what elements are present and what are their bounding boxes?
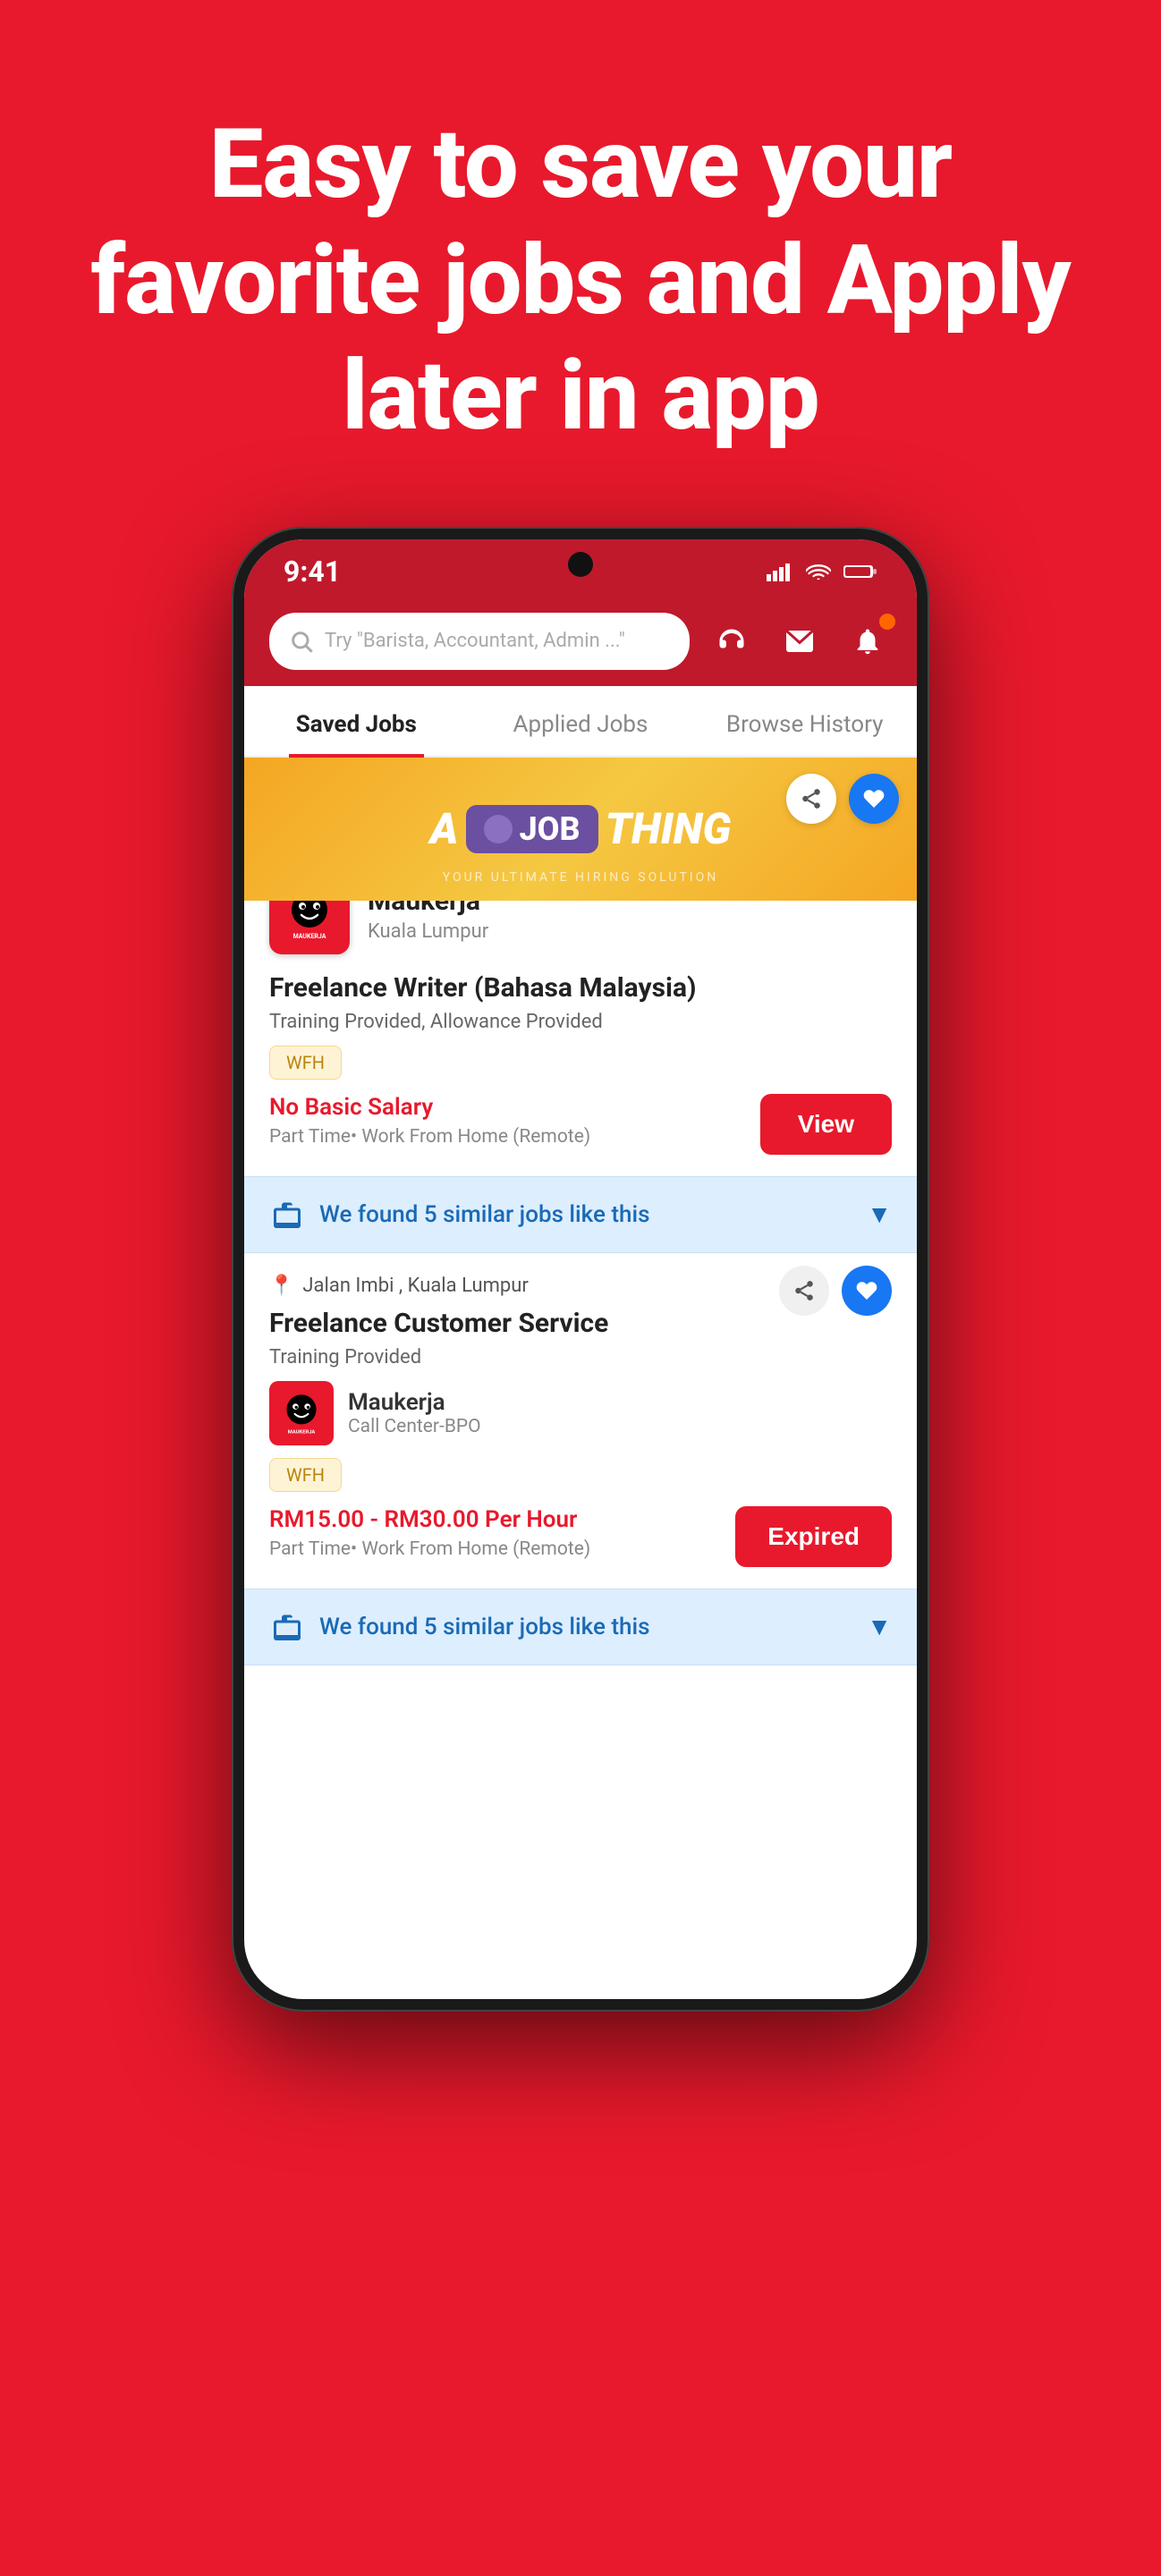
- favorite-button-2[interactable]: [842, 1266, 892, 1316]
- search-input-box[interactable]: Try "Barista, Accountant, Admin ...": [269, 613, 690, 670]
- battery-icon: [843, 563, 877, 580]
- job-title-1: Freelance Writer (Bahasa Malaysia): [269, 972, 892, 1004]
- job-banner: A JOB THING YOUR ULTIMATE HIRING SOLUTIO…: [244, 758, 917, 901]
- similar-jobs-bar-2[interactable]: We found 5 similar jobs like this ▼: [244, 1589, 917, 1665]
- tab-saved-jobs[interactable]: Saved Jobs: [244, 686, 469, 756]
- phone-mockup: 9:41: [0, 509, 1161, 2012]
- job2-tag: WFH: [269, 1458, 342, 1492]
- location-line: 📍 Jalan Imbi , Kuala Lumpur: [269, 1275, 779, 1297]
- briefcase-icon-1: [269, 1197, 305, 1233]
- share-button-2[interactable]: [779, 1266, 829, 1316]
- bell-badge: [879, 614, 895, 630]
- banner-brand: A JOB THING: [430, 803, 731, 854]
- similar-jobs-left-2: We found 5 similar jobs like this: [269, 1609, 649, 1645]
- similar-jobs-text-1: We found 5 similar jobs like this: [319, 1201, 649, 1228]
- bell-button[interactable]: [843, 617, 892, 665]
- share-button[interactable]: [786, 774, 836, 824]
- similar-jobs-bar-1[interactable]: We found 5 similar jobs like this ▼: [244, 1176, 917, 1253]
- company-location: Kuala Lumpur: [368, 920, 488, 943]
- search-bar-area: Try "Barista, Accountant, Admin ...": [244, 604, 917, 686]
- job-tag-1: WFH: [269, 1046, 342, 1080]
- maukerja-logo-icon-2: MAUKERJA: [275, 1387, 327, 1439]
- briefcase-icon-svg: [271, 1199, 303, 1231]
- job2-location: Jalan Imbi , Kuala Lumpur: [302, 1275, 528, 1297]
- job-card-2: 📍 Jalan Imbi , Kuala Lumpur Freelance Cu…: [244, 1253, 917, 1589]
- banner-subtitle: YOUR ULTIMATE HIRING SOLUTION: [443, 870, 719, 885]
- view-button[interactable]: View: [760, 1094, 892, 1155]
- camera-notch: [568, 552, 593, 577]
- status-time: 9:41: [284, 555, 341, 589]
- job-details-1: Freelance Writer (Bahasa Malaysia) Train…: [244, 972, 917, 1176]
- wifi-icon: [806, 562, 831, 581]
- bell-icon: [852, 626, 883, 657]
- similar-jobs-left-1: We found 5 similar jobs like this: [269, 1197, 649, 1233]
- job-card-1: A JOB THING YOUR ULTIMATE HIRING SOLUTIO…: [244, 758, 917, 1176]
- svg-text:MAUKERJA: MAUKERJA: [288, 1429, 316, 1435]
- job2-perks: Training Provided: [269, 1346, 892, 1368]
- tab-browse-history[interactable]: Browse History: [692, 686, 917, 756]
- hero-title: Easy to save your favorite jobs and Appl…: [72, 107, 1089, 455]
- hero-section: Easy to save your favorite jobs and Appl…: [0, 0, 1161, 509]
- chevron-down-icon-2: ▼: [867, 1612, 892, 1641]
- similar-jobs-text-2: We found 5 similar jobs like this: [319, 1614, 649, 1640]
- share-icon-2: [792, 1279, 816, 1302]
- top-icons: [708, 617, 892, 665]
- tabs-bar: Saved Jobs Applied Jobs Browse History: [244, 686, 917, 758]
- company2-row: MAUKERJA Maukerja Call Center-BPO: [269, 1381, 892, 1445]
- signal-icon: [767, 562, 793, 581]
- briefcase-icon-2: [269, 1609, 305, 1645]
- chevron-down-icon-1: ▼: [867, 1199, 892, 1229]
- search-placeholder: Try "Barista, Accountant, Admin ...": [325, 630, 625, 652]
- mail-icon: [784, 628, 816, 655]
- tab-applied-jobs[interactable]: Applied Jobs: [469, 686, 693, 756]
- heart-icon: [862, 787, 886, 810]
- favorite-button[interactable]: [849, 774, 899, 824]
- share-icon: [800, 787, 823, 810]
- job-perks-1: Training Provided, Allowance Provided: [269, 1011, 892, 1033]
- expired-button[interactable]: Expired: [735, 1506, 892, 1567]
- svg-text:MAUKERJA: MAUKERJA: [293, 933, 326, 940]
- search-icon: [289, 629, 314, 654]
- phone-screen: 9:41: [244, 539, 917, 1999]
- card2-actions: [779, 1266, 892, 1316]
- headphones-button[interactable]: [708, 617, 756, 665]
- banner-actions: [786, 774, 899, 824]
- briefcase-icon-svg-2: [271, 1611, 303, 1643]
- company2-logo: MAUKERJA: [269, 1381, 334, 1445]
- company2-dept: Call Center-BPO: [348, 1416, 481, 1437]
- mail-button[interactable]: [775, 617, 824, 665]
- location-pin-icon: 📍: [269, 1275, 293, 1297]
- phone-frame: 9:41: [232, 527, 929, 2012]
- headphones-icon: [716, 625, 748, 657]
- status-icons: [767, 562, 877, 581]
- company2-name: Maukerja: [348, 1389, 481, 1416]
- heart-icon-2: [855, 1279, 878, 1302]
- company2-text: Maukerja Call Center-BPO: [348, 1389, 481, 1437]
